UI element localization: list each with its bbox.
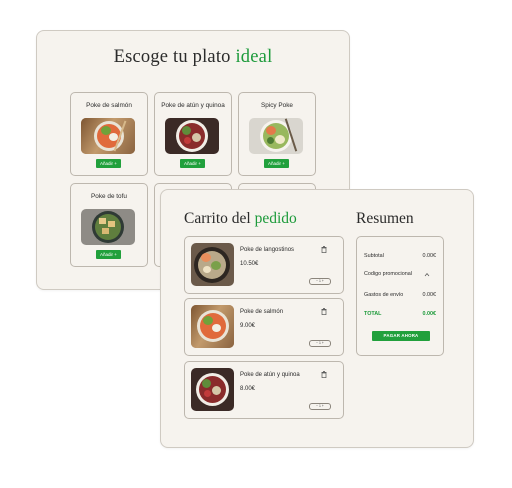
stepper-minus[interactable]: − bbox=[316, 404, 318, 408]
cart-item: Poke de salmón 9.00€ − 1 + bbox=[184, 298, 344, 356]
cart-title: Carrito del pedido bbox=[184, 210, 297, 228]
menu-title-highlight: ideal bbox=[235, 47, 273, 67]
cart-item: Poke de atún y quinoa 8.00€ − 1 + bbox=[184, 361, 344, 419]
item-image-shrimp bbox=[191, 243, 234, 286]
dish-image-tuna bbox=[165, 118, 219, 154]
pay-now-button[interactable]: PAGAR AHORA bbox=[372, 331, 430, 341]
stepper-value: 1 bbox=[319, 341, 321, 345]
item-name: Poke de langostinos bbox=[240, 247, 295, 253]
promo-row[interactable]: Codigo promocional bbox=[364, 271, 436, 277]
dish-name: Poke de atún y quinoa bbox=[161, 102, 225, 109]
item-price: 8.00€ bbox=[240, 386, 256, 392]
promo-label[interactable]: Codigo promocional bbox=[364, 271, 412, 277]
add-tuna-button[interactable]: Añadir + bbox=[180, 159, 205, 168]
dish-name: Poke de tofu bbox=[91, 193, 127, 200]
add-salmon-button[interactable]: Añadir + bbox=[96, 159, 121, 168]
dish-card-tofu[interactable]: Poke de tofu Añadir + bbox=[70, 183, 148, 267]
stepper-minus[interactable]: − bbox=[316, 341, 318, 345]
cart-title-prefix: Carrito del bbox=[184, 210, 251, 227]
trash-icon[interactable] bbox=[321, 308, 327, 315]
chevron-up-icon[interactable] bbox=[424, 272, 430, 277]
shipping-label: Gastos de envío bbox=[364, 292, 404, 298]
dish-card-salmon[interactable]: Poke de salmón Añadir + bbox=[70, 92, 148, 176]
subtotal-value: 0.00€ bbox=[422, 253, 437, 259]
dish-name: Poke de salmón bbox=[86, 102, 132, 109]
menu-title-prefix: Escoge tu plato bbox=[113, 47, 231, 67]
dish-card-tuna[interactable]: Poke de atún y quinoa Añadir + bbox=[154, 92, 232, 176]
item-name: Poke de atún y quinoa bbox=[240, 372, 300, 378]
cart-card: Carrito del pedido Poke de langostinos 1… bbox=[160, 189, 474, 448]
total-value: 0.00€ bbox=[422, 311, 437, 317]
subtotal-label: Subtotal bbox=[364, 253, 384, 259]
shipping-value: 0.00€ bbox=[422, 292, 437, 298]
item-image-tuna bbox=[191, 368, 234, 411]
stepper-minus[interactable]: − bbox=[316, 279, 318, 283]
summary-box: Subtotal 0.00€ Codigo promocional Gastos… bbox=[356, 236, 444, 356]
subtotal-row: Subtotal 0.00€ bbox=[364, 253, 436, 259]
total-label: TOTAL bbox=[364, 311, 382, 317]
dish-name: Spicy Poke bbox=[261, 102, 293, 109]
quantity-stepper[interactable]: − 1 + bbox=[309, 278, 331, 285]
trash-icon[interactable] bbox=[321, 371, 327, 378]
stepper-plus[interactable]: + bbox=[322, 341, 324, 345]
shipping-row: Gastos de envío 0.00€ bbox=[364, 292, 436, 298]
trash-icon[interactable] bbox=[321, 246, 327, 253]
stepper-value: 1 bbox=[319, 404, 321, 408]
add-spicy-button[interactable]: Añadir + bbox=[264, 159, 289, 168]
quantity-stepper[interactable]: − 1 + bbox=[309, 403, 331, 410]
dish-image-spicy bbox=[249, 118, 303, 154]
total-row: TOTAL 0.00€ bbox=[364, 311, 436, 317]
item-image-salmon bbox=[191, 305, 234, 348]
stepper-plus[interactable]: + bbox=[322, 404, 324, 408]
item-price: 9.00€ bbox=[240, 323, 256, 329]
dish-card-spicy[interactable]: Spicy Poke Añadir + bbox=[238, 92, 316, 176]
stepper-plus[interactable]: + bbox=[322, 279, 324, 283]
dish-image-tofu bbox=[81, 209, 135, 245]
summary-title: Resumen bbox=[356, 210, 414, 227]
menu-title: Escoge tu plato ideal bbox=[37, 47, 349, 68]
dish-image-salmon bbox=[81, 118, 135, 154]
stepper-value: 1 bbox=[319, 279, 321, 283]
quantity-stepper[interactable]: − 1 + bbox=[309, 340, 331, 347]
cart-title-highlight: pedido bbox=[254, 210, 297, 227]
item-name: Poke de salmón bbox=[240, 309, 284, 315]
cart-item: Poke de langostinos 10.50€ − 1 + bbox=[184, 236, 344, 294]
add-tofu-button[interactable]: Añadir + bbox=[96, 250, 121, 259]
item-price: 10.50€ bbox=[240, 261, 259, 267]
